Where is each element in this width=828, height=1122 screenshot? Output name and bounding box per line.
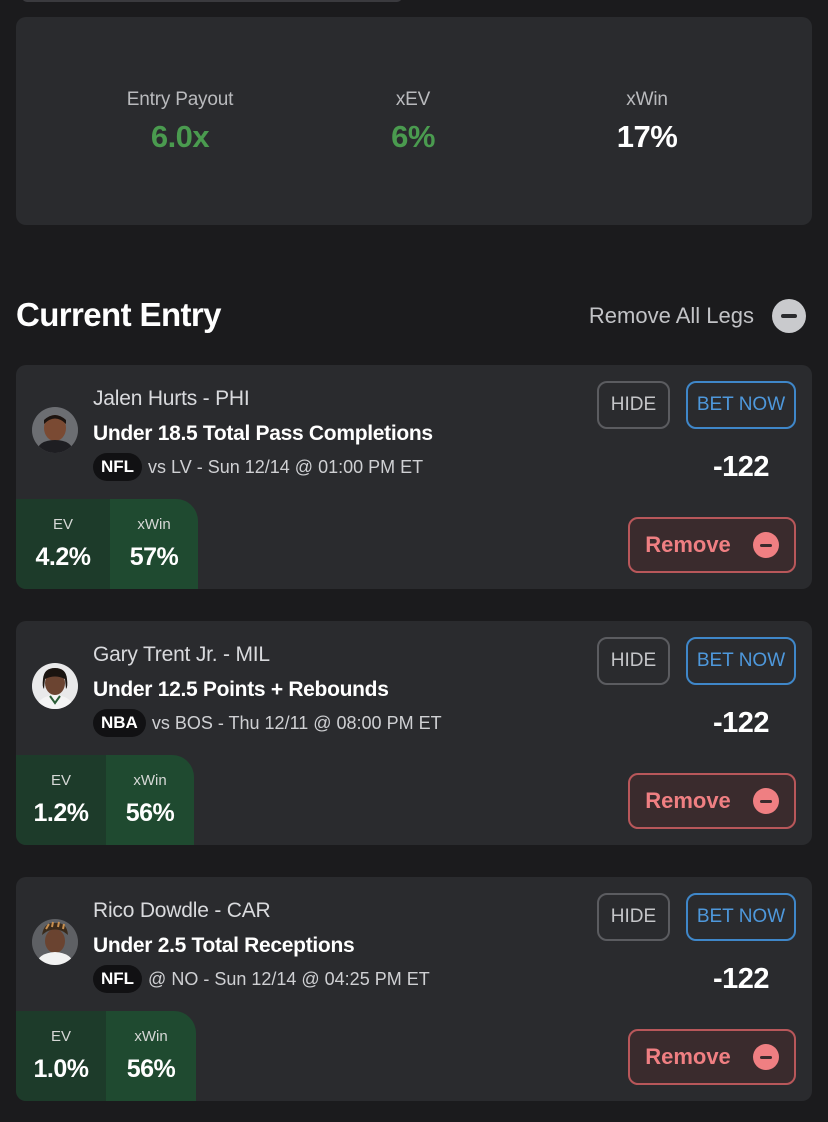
previous-section-edge bbox=[22, 0, 402, 2]
league-badge: NFL bbox=[93, 453, 143, 481]
hide-button[interactable]: HIDE bbox=[597, 637, 670, 685]
prop-market: Under 12.5 Points + Rebounds bbox=[93, 678, 389, 701]
player-avatar bbox=[32, 407, 78, 453]
xwin-stat: xWin 17% bbox=[527, 89, 767, 155]
xwin-label: xWin bbox=[134, 1028, 168, 1045]
minus-circle-icon bbox=[772, 299, 806, 333]
ev-label: EV bbox=[50, 1028, 71, 1045]
ev-value: 1.2% bbox=[33, 799, 89, 827]
xev-stat: xEV 6% bbox=[293, 89, 533, 155]
player-avatar bbox=[32, 919, 78, 965]
player-avatar bbox=[32, 663, 78, 709]
league-badge: NBA bbox=[93, 709, 146, 737]
ev-value: 1.0% bbox=[33, 1055, 89, 1083]
entry-payout-label: Entry Payout bbox=[126, 89, 234, 110]
league-badge: NFL bbox=[93, 965, 143, 993]
xwin-label: xWin bbox=[137, 516, 171, 533]
game-info: NFL @ NO - Sun 12/14 @ 04:25 PM ET bbox=[93, 965, 430, 993]
xwin-cell: xWin 56% bbox=[106, 1011, 196, 1101]
odds-value: -122 bbox=[712, 707, 770, 739]
xwin-value: 56% bbox=[126, 1055, 176, 1083]
ev-stats-panel: EV 1.0% xWin 56% bbox=[16, 1011, 196, 1101]
minus-circle-icon bbox=[752, 1044, 779, 1070]
xwin-cell: xWin 57% bbox=[110, 499, 198, 589]
odds-value: -122 bbox=[712, 963, 770, 995]
entry-summary-card: Entry Payout 6.0x xEV 6% xWin 17% bbox=[16, 17, 812, 225]
remove-label: Remove bbox=[645, 1044, 731, 1069]
game-info: NBA vs BOS - Thu 12/11 @ 08:00 PM ET bbox=[93, 709, 442, 737]
game-info: NFL vs LV - Sun 12/14 @ 01:00 PM ET bbox=[93, 453, 423, 481]
remove-all-legs-button[interactable]: Remove All Legs bbox=[589, 298, 806, 334]
xwin-value: 57% bbox=[129, 543, 179, 571]
remove-leg-button[interactable]: Remove bbox=[628, 517, 796, 573]
remove-leg-button[interactable]: Remove bbox=[628, 773, 796, 829]
xwin-label: xWin bbox=[133, 772, 167, 789]
game-details: vs LV - Sun 12/14 @ 01:00 PM ET bbox=[148, 456, 424, 477]
entry-payout-stat: Entry Payout 6.0x bbox=[60, 89, 300, 155]
player-name: Gary Trent Jr. - MIL bbox=[93, 643, 270, 666]
entry-payout-value: 6.0x bbox=[150, 119, 210, 154]
ev-label: EV bbox=[52, 516, 73, 533]
game-details: @ NO - Sun 12/14 @ 04:25 PM ET bbox=[148, 968, 430, 989]
prop-market: Under 18.5 Total Pass Completions bbox=[93, 422, 433, 445]
ev-cell: EV 4.2% bbox=[16, 499, 110, 589]
remove-all-legs-label: Remove All Legs bbox=[588, 303, 754, 328]
xwin-value: 17% bbox=[616, 119, 678, 154]
ev-cell: EV 1.2% bbox=[16, 755, 106, 845]
xwin-label: xWin bbox=[626, 89, 668, 110]
remove-label: Remove bbox=[645, 788, 731, 813]
hide-button[interactable]: HIDE bbox=[597, 381, 670, 429]
xev-label: xEV bbox=[395, 89, 431, 110]
remove-leg-button[interactable]: Remove bbox=[628, 1029, 796, 1085]
bet-now-button[interactable]: BET NOW bbox=[686, 893, 796, 941]
section-title-current-entry: Current Entry bbox=[16, 296, 222, 333]
minus-circle-icon bbox=[752, 532, 779, 558]
remove-label: Remove bbox=[645, 532, 731, 557]
ev-stats-panel: EV 4.2% xWin 57% bbox=[16, 499, 198, 589]
bet-now-button[interactable]: BET NOW bbox=[686, 381, 796, 429]
ev-cell: EV 1.0% bbox=[16, 1011, 106, 1101]
odds-value: -122 bbox=[712, 451, 770, 483]
player-name: Jalen Hurts - PHI bbox=[93, 387, 250, 410]
entry-leg-card: Jalen Hurts - PHI Under 18.5 Total Pass … bbox=[16, 365, 812, 589]
xev-value: 6% bbox=[391, 119, 435, 154]
bet-now-button[interactable]: BET NOW bbox=[686, 637, 796, 685]
player-name: Rico Dowdle - CAR bbox=[93, 899, 271, 922]
xwin-cell: xWin 56% bbox=[106, 755, 194, 845]
xwin-value: 56% bbox=[125, 799, 175, 827]
entry-leg-card: Gary Trent Jr. - MIL Under 12.5 Points +… bbox=[16, 621, 812, 845]
ev-stats-panel: EV 1.2% xWin 56% bbox=[16, 755, 194, 845]
prop-market: Under 2.5 Total Receptions bbox=[93, 934, 355, 957]
ev-value: 4.2% bbox=[35, 543, 91, 571]
ev-label: EV bbox=[50, 772, 71, 789]
hide-button[interactable]: HIDE bbox=[597, 893, 670, 941]
game-details: vs BOS - Thu 12/11 @ 08:00 PM ET bbox=[151, 712, 442, 733]
entry-leg-card: Rico Dowdle - CAR Under 2.5 Total Recept… bbox=[16, 877, 812, 1101]
minus-circle-icon bbox=[752, 788, 779, 814]
